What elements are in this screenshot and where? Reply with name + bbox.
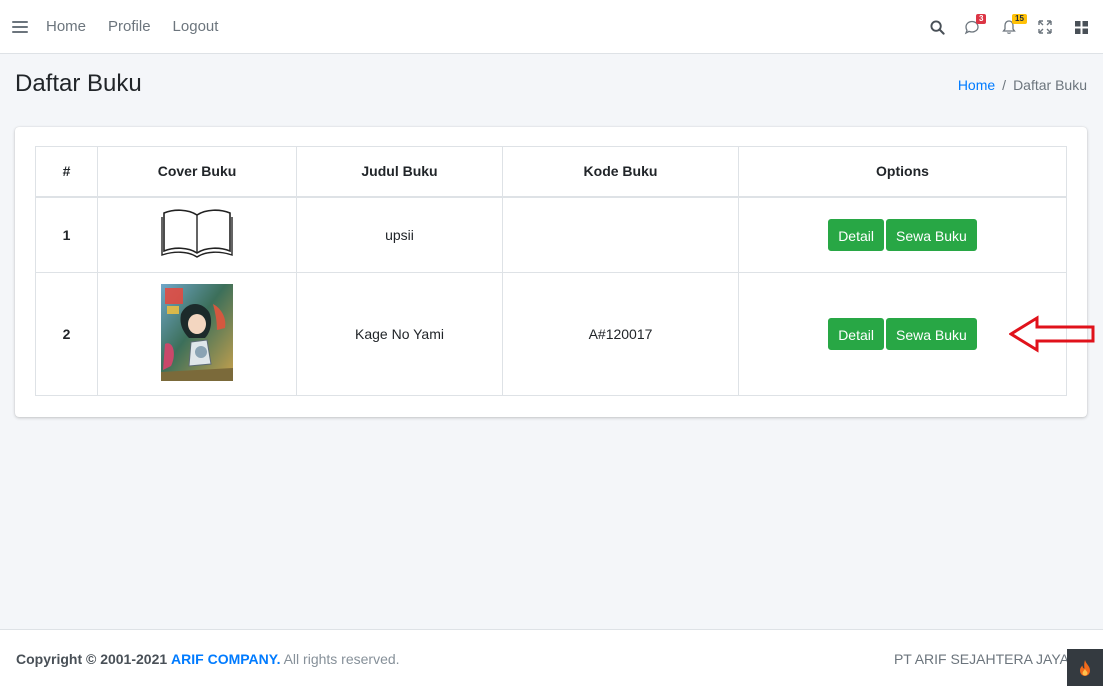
nav-link-home[interactable]: Home [46,18,86,35]
books-table: # Cover Buku Judul Buku Kode Buku Option… [35,146,1095,396]
book-code: A#120017 [502,272,739,396]
navbar-left: Home Profile Logout [0,0,240,53]
table-row: 1 upsii Detail Sewa Buku [35,196,1067,273]
detail-button[interactable]: Detail [828,318,884,350]
row-number: 2 [35,272,98,396]
comments-icon[interactable]: 3 [955,0,991,54]
column-header-number: # [35,146,98,198]
navbar-right: 3 15 [919,0,1103,54]
copyright-suffix: All rights reserved. [283,651,400,667]
rent-book-button[interactable]: Sewa Buku [885,318,977,350]
expand-icon[interactable] [1027,0,1063,54]
table-header-row: # Cover Buku Judul Buku Kode Buku Option… [35,146,1067,198]
search-icon[interactable] [919,0,955,54]
manga-cover-image [161,284,233,381]
breadcrumb-current: Daftar Buku [1013,77,1087,93]
books-card: # Cover Buku Judul Buku Kode Buku Option… [15,127,1095,417]
column-header-code: Kode Buku [502,146,739,198]
book-title: upsii [296,196,503,273]
column-header-cover: Cover Buku [97,146,297,198]
annotation-arrow-icon [1009,315,1095,353]
options-cell: Detail Sewa Buku [738,272,1095,396]
page-title: Daftar Buku [15,70,142,97]
book-code [502,196,739,273]
grid-icon[interactable] [1063,0,1099,54]
cover-cell [97,196,297,273]
footer-copyright: Copyright © 2001-2021 ARIF COMPANY. All … [16,651,400,667]
book-title: Kage No Yami [296,272,503,396]
footer-company-name: PT ARIF SEJAHTERA JAYA [893,651,1069,667]
breadcrumb-home-link[interactable]: Home [958,77,995,93]
cover-cell [97,272,297,396]
column-header-options: Options [738,146,1067,198]
messages-badge: 3 [976,14,987,24]
options-cell: Detail Sewa Buku [738,196,1067,273]
footer: Copyright © 2001-2021 ARIF COMPANY. All … [0,629,1103,686]
breadcrumb-separator: / [1002,77,1007,93]
copyright-prefix: Copyright © 2001-2021 [16,651,168,667]
company-link[interactable]: ARIF COMPANY. [171,651,280,667]
column-header-title: Judul Buku [296,146,503,198]
fire-icon[interactable] [1067,649,1103,686]
bell-icon[interactable]: 15 [991,0,1027,54]
nav-link-logout[interactable]: Logout [173,18,219,35]
top-navbar: Home Profile Logout 3 15 [0,0,1103,54]
detail-button[interactable]: Detail [828,218,884,251]
nav-link-profile[interactable]: Profile [108,18,151,35]
table-row: 2 Kage No Yami A#120017 Detail Sewa Buku [35,272,1095,396]
open-book-icon [161,209,233,259]
row-number: 1 [35,196,98,273]
notifications-badge: 15 [1012,14,1027,24]
breadcrumb: Home / Daftar Buku [958,77,1087,93]
rent-book-button[interactable]: Sewa Buku [885,218,977,251]
menu-toggle-icon[interactable] [12,20,28,33]
